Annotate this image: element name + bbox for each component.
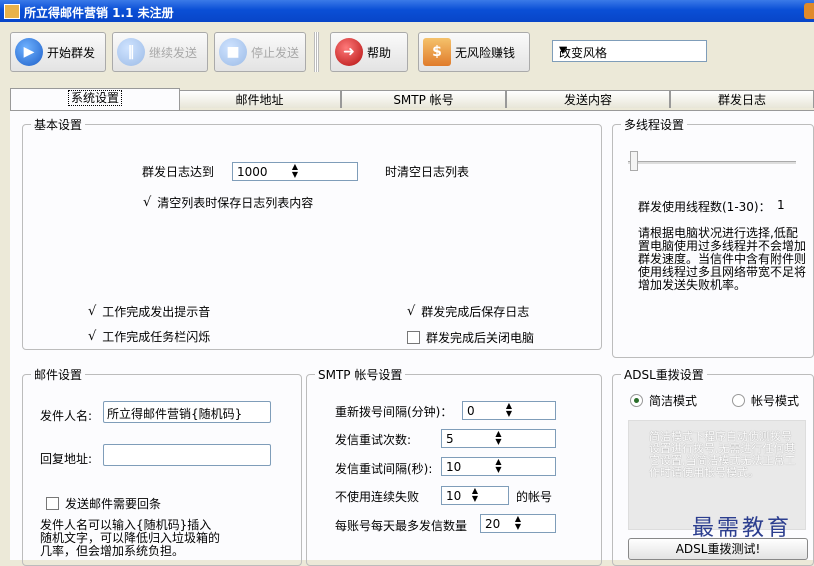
need-reply-checkbox[interactable]: 发送邮件需要回条	[46, 495, 161, 512]
adsl-test-button[interactable]: ADSL重拨测试!	[628, 538, 808, 560]
no-risk-earn-button[interactable]: $ 无风险赚钱	[418, 32, 530, 72]
tab-send-log[interactable]: 群发日志	[670, 90, 814, 108]
tab-send-content[interactable]: 发送内容	[506, 90, 670, 108]
retry-count-spinner[interactable]: 5 ▲ ▼	[441, 429, 556, 448]
tab-label: 系统设置	[67, 90, 122, 106]
close-button-partial[interactable]	[804, 3, 814, 19]
chevron-down-icon: ▼	[559, 45, 567, 56]
tab-mail-addresses[interactable]: 邮件地址	[178, 90, 341, 108]
smtp-settings-legend: SMTP 帐号设置	[315, 366, 406, 383]
thread-count-value: 1	[777, 198, 785, 212]
disable-failed-label: 不使用连续失败	[335, 490, 420, 504]
help-icon: ➜	[335, 38, 363, 66]
sender-name-input[interactable]: 所立得邮件营销{随机码}	[103, 401, 271, 423]
redial-interval-spinner[interactable]: 0 ▲ ▼	[462, 401, 556, 420]
stop-send-label: 停止发送	[251, 45, 300, 60]
flash-taskbar-checkbox[interactable]: √ 工作完成任务栏闪烁	[88, 328, 210, 345]
radio-selected-icon	[630, 394, 643, 407]
reply-address-label: 回复地址:	[40, 452, 93, 466]
tab-system-settings[interactable]: 系统设置	[10, 88, 180, 110]
disable-failed-suffix: 的帐号	[516, 490, 553, 504]
disable-failed-spinner[interactable]: 10 ▲ ▼	[441, 486, 509, 505]
spinner-arrows-icon[interactable]: ▲ ▼	[485, 515, 551, 531]
checkmark-icon: √	[407, 304, 416, 319]
checkmark-icon: √	[88, 329, 97, 344]
toolbar-separator	[314, 32, 319, 72]
log-limit-spinner[interactable]: 1000 ▲ ▼	[232, 162, 358, 181]
retry-count-label: 发信重试次数:	[335, 433, 412, 447]
mail-settings-legend: 邮件设置	[31, 366, 86, 383]
radio-unselected-icon	[732, 394, 745, 407]
max-per-day-spinner[interactable]: 20 ▲ ▼	[480, 514, 556, 533]
title-bar[interactable]: 所立得邮件营销 1.1 未注册	[0, 0, 814, 22]
spinner-arrows-icon[interactable]: ▲ ▼	[446, 458, 551, 474]
spinner-arrows-icon[interactable]: ▲ ▼	[237, 163, 353, 179]
log-limit-label: 群发日志达到	[142, 165, 215, 179]
slider-thumb[interactable]	[630, 151, 638, 171]
start-send-button[interactable]: ▶ 开始群发	[10, 32, 106, 72]
toolbar: ▶ 开始群发 ‖ 继续发送 ■ 停止发送 ➜ 帮助 $ 无风险赚钱 改变风格 ▼	[0, 22, 814, 86]
tab-label: 邮件地址	[235, 93, 284, 107]
flash-taskbar-label: 工作完成任务栏闪烁	[102, 330, 211, 344]
thread-count-slider[interactable]	[628, 149, 798, 173]
adsl-simple-mode-label: 简洁模式	[649, 394, 698, 408]
money-icon: $	[423, 38, 451, 66]
save-log-on-clear-checkbox[interactable]: √ 清空列表时保存日志列表内容	[143, 194, 313, 211]
checkbox-box	[407, 331, 420, 344]
thread-note: 请根据电脑状况进行选择,低配置电脑使用过多线程并不会增加群发速度。当信件中含有附…	[638, 226, 807, 292]
redial-interval-label: 重新拨号间隔(分钟)：	[335, 405, 453, 419]
sender-name-tip: 发件人名可以输入{随机码}插入随机文字，可以降低归入垃圾箱的几率，但会增加系统负…	[40, 518, 221, 558]
tab-strip: 系统设置 邮件地址 SMTP 帐号 发送内容 群发日志	[10, 88, 814, 110]
tab-label: SMTP 帐号	[393, 93, 454, 107]
log-limit-suffix: 时清空日志列表	[385, 165, 470, 179]
notify-sound-label: 工作完成发出提示音	[102, 305, 211, 319]
max-per-day-label: 每账号每天最多发信数量	[335, 519, 468, 533]
adsl-settings-legend: ADSL重拨设置	[621, 366, 707, 383]
style-select[interactable]: 改变风格 ▼	[552, 40, 707, 62]
retry-interval-spinner[interactable]: 10 ▲ ▼	[441, 457, 556, 476]
thread-count-label: 群发使用线程数(1-30)：	[638, 200, 771, 214]
notify-sound-checkbox[interactable]: √ 工作完成发出提示音	[88, 303, 210, 320]
sender-name-label: 发件人名:	[40, 409, 93, 423]
shutdown-after-checkbox[interactable]: 群发完成后关闭电脑	[407, 329, 534, 346]
adsl-account-mode-label: 帐号模式	[751, 394, 800, 408]
tab-label: 群发日志	[717, 93, 766, 107]
stop-send-button[interactable]: ■ 停止发送	[214, 32, 306, 72]
window-title: 所立得邮件营销 1.1 未注册	[24, 6, 174, 20]
save-log-after-checkbox[interactable]: √ 群发完成后保存日志	[407, 303, 529, 320]
spinner-arrows-icon[interactable]: ▲ ▼	[467, 402, 551, 418]
start-send-label: 开始群发	[47, 45, 96, 60]
slider-track	[628, 161, 796, 164]
checkmark-icon: √	[88, 304, 97, 319]
sender-name-value: 所立得邮件营销{随机码}	[107, 407, 243, 421]
reply-address-input[interactable]	[103, 444, 271, 466]
checkbox-box	[46, 497, 59, 510]
stop-icon: ■	[219, 38, 247, 66]
adsl-test-label: ADSL重拨测试!	[675, 542, 761, 556]
basic-settings-legend: 基本设置	[31, 116, 86, 133]
tab-smtp-accounts[interactable]: SMTP 帐号	[341, 90, 506, 108]
resume-send-button[interactable]: ‖ 继续发送	[112, 32, 208, 72]
help-button[interactable]: ➜ 帮助	[330, 32, 408, 72]
spinner-arrows-icon[interactable]: ▲ ▼	[446, 430, 551, 446]
thread-settings-legend: 多线程设置	[621, 116, 688, 133]
save-log-on-clear-label: 清空列表时保存日志列表内容	[157, 196, 314, 210]
tab-label: 发送内容	[563, 93, 612, 107]
need-reply-label: 发送邮件需要回条	[65, 497, 162, 511]
play-icon: ▶	[15, 38, 43, 66]
no-risk-earn-label: 无风险赚钱	[455, 45, 516, 60]
adsl-simple-mode-radio[interactable]: 简洁模式	[630, 392, 697, 409]
checkmark-icon: √	[143, 195, 152, 210]
shutdown-after-label: 群发完成后关闭电脑	[426, 331, 535, 345]
resume-icon: ‖	[117, 38, 145, 66]
adsl-account-mode-radio[interactable]: 帐号模式	[732, 392, 799, 409]
retry-interval-label: 发信重试间隔(秒):	[335, 462, 433, 476]
save-log-after-label: 群发完成后保存日志	[421, 305, 530, 319]
help-label: 帮助	[367, 45, 392, 60]
spinner-arrows-icon[interactable]: ▲ ▼	[446, 487, 504, 503]
app-icon	[4, 4, 20, 19]
resume-send-label: 继续发送	[149, 45, 198, 60]
